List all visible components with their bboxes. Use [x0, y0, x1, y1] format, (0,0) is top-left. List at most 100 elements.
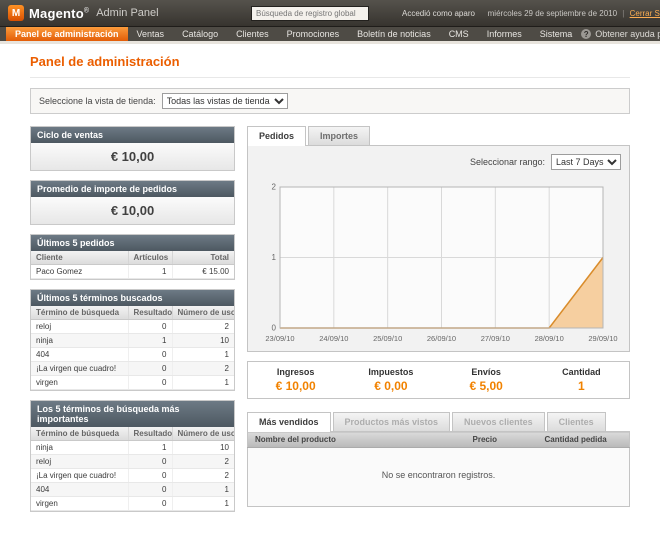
svg-text:26/09/10: 26/09/10: [427, 334, 456, 343]
table-row[interactable]: 40401: [31, 348, 234, 362]
nav-item-catalogo[interactable]: Catálogo: [173, 27, 227, 41]
column-header: Cantidad pedida: [538, 432, 630, 448]
total-impuestos: Impuestos € 0,00: [343, 367, 438, 393]
total-label: Cantidad: [534, 367, 629, 377]
table-cell: 1: [172, 348, 234, 362]
svg-text:1: 1: [272, 253, 277, 262]
top-search-terms-box: Los 5 términos de búsqueda más important…: [30, 400, 235, 512]
nav-item-promociones[interactable]: Promociones: [278, 27, 349, 41]
tab-mas-vendidos[interactable]: Más vendidos: [247, 412, 331, 432]
table-cell: 0: [128, 376, 172, 390]
table-row[interactable]: Paco Gomez1€ 15.00: [31, 265, 234, 279]
tab-importes[interactable]: Importes: [308, 126, 370, 145]
registered-mark: ®: [84, 7, 89, 14]
orders-chart-svg: 01223/09/1024/09/1025/09/1026/09/1027/09…: [254, 177, 623, 345]
column-header: Resultados: [128, 306, 172, 320]
column-header: Total: [172, 251, 234, 265]
empty-row: No se encontraron registros.: [248, 448, 630, 507]
nav-item-ventas[interactable]: Ventas: [128, 27, 174, 41]
last-search-terms-title: Últimos 5 términos buscados: [31, 290, 234, 306]
chart-panel: Seleccionar rango: Last 7 Days 01223/09/…: [247, 145, 630, 352]
table-row[interactable]: virgen01: [31, 376, 234, 390]
table-cell: 0: [128, 497, 172, 511]
nav-item-sistema[interactable]: Sistema: [531, 27, 582, 41]
table-cell: virgen: [31, 376, 128, 390]
store-view-label: Seleccione la vista de tienda:: [39, 96, 156, 106]
tab-pedidos[interactable]: Pedidos: [247, 126, 306, 146]
range-label: Seleccionar rango:: [470, 157, 545, 167]
logo-text: Magento®: [29, 6, 89, 21]
column-header: Resultados: [128, 427, 172, 441]
main-nav: Panel de administración Ventas Catálogo …: [0, 27, 660, 44]
nav-item-dashboard[interactable]: Panel de administración: [6, 27, 128, 41]
table-cell: virgen: [31, 497, 128, 511]
nav-item-informes[interactable]: Informes: [478, 27, 531, 41]
column-header: Nombre del producto: [248, 432, 466, 448]
magento-admin-page: M Magento® Admin Panel Accedió como apar…: [0, 0, 660, 539]
column-header: Artículos: [128, 251, 172, 265]
range-select[interactable]: Last 7 Days: [551, 154, 621, 170]
help-icon: ?: [581, 29, 591, 39]
help-link[interactable]: ? Obtener ayuda para esta página: [581, 27, 660, 41]
table-cell: 0: [128, 348, 172, 362]
magento-logo: M Magento® Admin Panel: [8, 5, 218, 21]
total-label: Impuestos: [343, 367, 438, 377]
table-cell: € 15.00: [172, 265, 234, 279]
table-cell: Paco Gomez: [31, 265, 128, 279]
table-row[interactable]: ninja110: [31, 441, 234, 455]
global-search-input[interactable]: [251, 6, 369, 21]
logo-subtitle: Admin Panel: [96, 7, 158, 19]
column-header: Número de usos: [172, 306, 234, 320]
table-row[interactable]: reloj02: [31, 455, 234, 469]
table-cell: 1: [172, 483, 234, 497]
column-header: Término de búsqueda: [31, 306, 128, 320]
table-cell: 0: [128, 483, 172, 497]
tab-nuevos-clientes: Nuevos clientes: [452, 412, 545, 431]
table-cell: 0: [128, 362, 172, 376]
page-title: Panel de administración: [30, 54, 630, 78]
table-row[interactable]: ¡La virgen que cuadro!02: [31, 362, 234, 376]
current-date: miércoles 29 de septiembre de 2010: [488, 9, 617, 18]
table-row[interactable]: 40401: [31, 483, 234, 497]
nav-item-boletin[interactable]: Boletín de noticias: [348, 27, 440, 41]
last-orders-title: Últimos 5 pedidos: [31, 235, 234, 251]
total-value: € 5,00: [439, 379, 534, 393]
average-orders-title: Promedio de importe de pedidos: [31, 181, 234, 197]
last-orders-box: Últimos 5 pedidos ClienteArtículosTotalP…: [30, 234, 235, 280]
dashboard-grid: Ciclo de ventas € 10,00 Promedio de impo…: [30, 126, 630, 521]
svg-text:0: 0: [272, 324, 277, 333]
average-orders-box: Promedio de importe de pedidos € 10,00: [30, 180, 235, 225]
table-row[interactable]: virgen01: [31, 497, 234, 511]
table-cell: 10: [172, 441, 234, 455]
table-row[interactable]: reloj02: [31, 320, 234, 334]
divider: |: [622, 9, 624, 18]
lifetime-sales-box: Ciclo de ventas € 10,00: [30, 126, 235, 171]
store-view-select[interactable]: Todas las vistas de tienda: [162, 93, 288, 109]
dashboard-sidebar: Ciclo de ventas € 10,00 Promedio de impo…: [30, 126, 235, 521]
table-row[interactable]: ¡La virgen que cuadro!02: [31, 469, 234, 483]
range-row: Seleccionar rango: Last 7 Days: [254, 152, 623, 177]
lifetime-sales-title: Ciclo de ventas: [31, 127, 234, 143]
table-cell: 1: [128, 441, 172, 455]
table-cell: 1: [128, 265, 172, 279]
content-area: Panel de administración Seleccione la vi…: [0, 44, 660, 539]
logout-link[interactable]: Cerrar Sesión: [630, 9, 660, 18]
grid-tabs: Más vendidos Productos más vistos Nuevos…: [247, 412, 630, 431]
last-orders-table: ClienteArtículosTotalPaco Gomez1€ 15.00: [31, 251, 234, 279]
table-row[interactable]: ninja110: [31, 334, 234, 348]
table-header-row: Término de búsquedaResultadosNúmero de u…: [31, 427, 234, 441]
table-header-row: Término de búsquedaResultadosNúmero de u…: [31, 306, 234, 320]
orders-chart: 01223/09/1024/09/1025/09/1026/09/1027/09…: [254, 177, 623, 345]
table-header-row: Nombre del productoPrecioCantidad pedida: [248, 432, 630, 448]
lifetime-sales-value: € 10,00: [31, 143, 234, 170]
table-cell: 0: [128, 469, 172, 483]
tab-productos-mas-vistos: Productos más vistos: [333, 412, 451, 431]
nav-item-clientes[interactable]: Clientes: [227, 27, 278, 41]
table-cell: 2: [172, 455, 234, 469]
total-value: € 0,00: [343, 379, 438, 393]
total-ingresos: Ingresos € 10,00: [248, 367, 343, 393]
svg-text:29/09/10: 29/09/10: [588, 334, 617, 343]
table-header-row: ClienteArtículosTotal: [31, 251, 234, 265]
top-search-terms-title: Los 5 términos de búsqueda más important…: [31, 401, 234, 427]
nav-item-cms[interactable]: CMS: [440, 27, 478, 41]
